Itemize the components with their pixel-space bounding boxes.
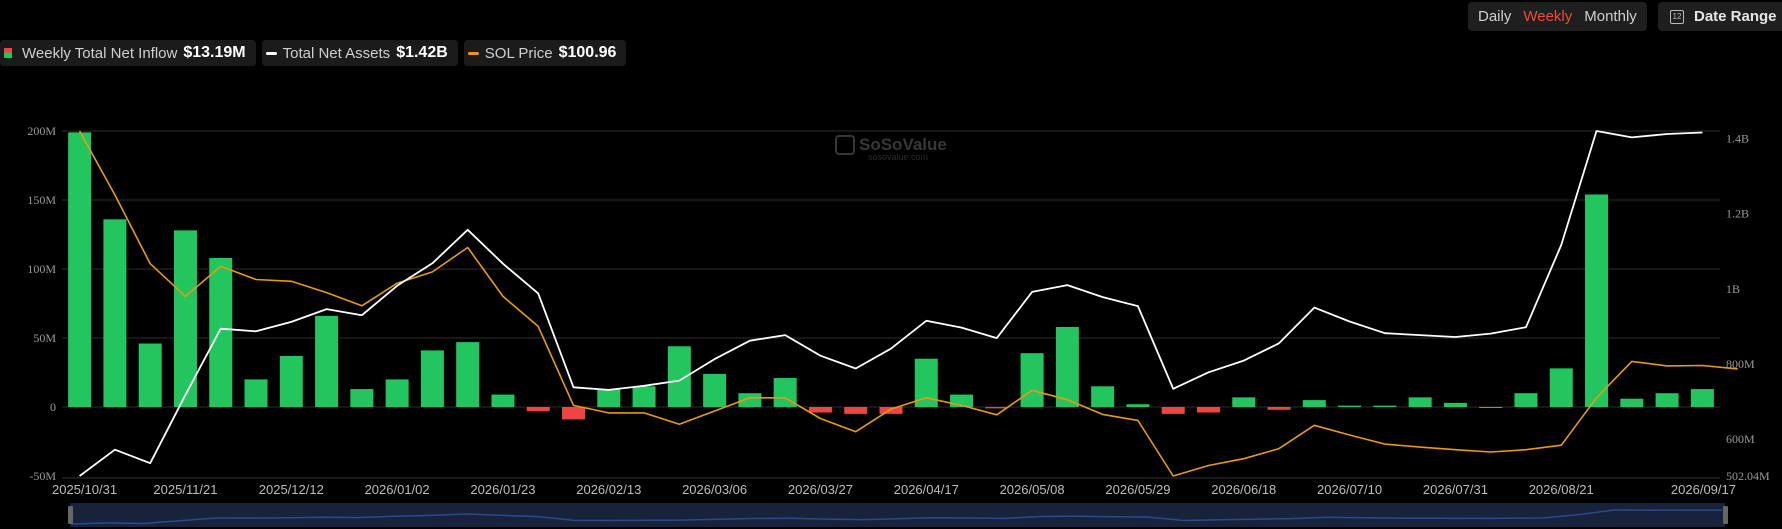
right-axis: 502.04M 600M 800M 1B 1.2B 1.4B bbox=[1726, 132, 1770, 483]
right-tick-label: 502.04M bbox=[1726, 469, 1770, 483]
inflow-bar bbox=[1655, 393, 1679, 407]
x-tick-label: 2026/03/06 bbox=[682, 482, 747, 497]
inflow-bar bbox=[1620, 398, 1644, 407]
inflow-bar bbox=[1302, 400, 1326, 407]
inflow-bar bbox=[1408, 397, 1432, 407]
inflow-bar bbox=[1514, 393, 1538, 407]
inflow-bar bbox=[879, 407, 903, 414]
inflow-bar bbox=[1196, 407, 1220, 413]
right-tick-label: 1B bbox=[1726, 282, 1740, 296]
navigator-right-handle bbox=[1723, 506, 1728, 524]
inflow-bar bbox=[103, 219, 127, 407]
x-tick-label: 2026/08/21 bbox=[1529, 482, 1594, 497]
inflow-bar bbox=[1267, 407, 1291, 410]
navigator-track bbox=[70, 503, 1725, 527]
navigator-left-handle bbox=[68, 506, 73, 524]
inflow-bar bbox=[1549, 368, 1573, 407]
left-tick-label: 150M bbox=[27, 193, 56, 207]
left-axis: -50M 0 50M 100M 150M 200M bbox=[27, 124, 56, 483]
left-tick-label: 0 bbox=[50, 400, 56, 414]
right-tick-label: 800M bbox=[1726, 357, 1755, 371]
inflow-bar bbox=[209, 257, 233, 407]
x-tick-label: 2025/10/31 bbox=[52, 482, 117, 497]
inflow-bar bbox=[315, 315, 339, 407]
x-tick-label: 2026/07/10 bbox=[1317, 482, 1382, 497]
inflow-bar bbox=[1690, 389, 1714, 407]
inflow-bar bbox=[1055, 326, 1079, 407]
inflow-bar bbox=[808, 407, 832, 413]
lines bbox=[78, 130, 1738, 477]
inflow-bar bbox=[703, 373, 727, 407]
left-tick-label: 100M bbox=[27, 262, 56, 276]
watermark-url: sosovalue.com bbox=[868, 152, 928, 162]
left-tick-label: 50M bbox=[33, 331, 56, 345]
inflow-bar bbox=[1091, 386, 1115, 407]
inflow-bar bbox=[385, 379, 409, 407]
inflow-bar bbox=[350, 389, 374, 407]
grid-lines bbox=[62, 130, 1720, 408]
inflow-bar bbox=[1479, 407, 1503, 408]
inflow-bar bbox=[1338, 405, 1362, 407]
x-tick-label: 2025/12/12 bbox=[259, 482, 324, 497]
left-tick-label: 200M bbox=[27, 124, 56, 138]
x-tick-label: 2026/03/27 bbox=[788, 482, 853, 497]
x-axis: 2025/10/31 2025/11/21 2025/12/12 2026/01/02… bbox=[52, 477, 1736, 497]
inflow-bar bbox=[279, 355, 303, 407]
x-tick-label: 2026/01/23 bbox=[470, 482, 535, 497]
inflow-chart: SoSoValue sosovalue.com -50M 0 50M 100M 150M… bbox=[27, 124, 1770, 527]
x-tick-label: 2026/04/17 bbox=[894, 482, 959, 497]
x-tick-label: 2026/02/13 bbox=[576, 482, 641, 497]
inflow-bar bbox=[844, 407, 868, 414]
right-tick-label: 1.4B bbox=[1726, 132, 1749, 146]
inflow-bar bbox=[1443, 402, 1467, 407]
sol-price-line bbox=[78, 130, 1738, 477]
bars bbox=[68, 132, 1714, 420]
inflow-bar bbox=[985, 407, 1009, 409]
sosovalue-logo-icon bbox=[835, 135, 855, 155]
x-tick-label: 2026/06/18 bbox=[1211, 482, 1276, 497]
x-tick-label: 2026/05/29 bbox=[1105, 482, 1170, 497]
x-tick-label: 2026/01/02 bbox=[365, 482, 430, 497]
right-tick-label: 1.2B bbox=[1726, 207, 1749, 221]
inflow-bar bbox=[456, 342, 480, 407]
inflow-bar bbox=[68, 132, 92, 407]
inflow-bar bbox=[420, 350, 444, 407]
x-tick-label: 2026/05/08 bbox=[1000, 482, 1065, 497]
x-tick-label: 2026/07/31 bbox=[1423, 482, 1488, 497]
x-tick-label: 2026/09/17 bbox=[1671, 482, 1736, 497]
inflow-bar bbox=[1126, 404, 1150, 407]
inflow-bar bbox=[244, 379, 268, 407]
net-assets-line bbox=[79, 130, 1703, 477]
left-tick-label: -50M bbox=[29, 469, 56, 483]
inflow-bar bbox=[1020, 353, 1044, 407]
watermark: SoSoValue sosovalue.com bbox=[835, 135, 947, 162]
x-tick-label: 2025/11/21 bbox=[153, 482, 217, 497]
inflow-bar bbox=[491, 394, 515, 407]
range-navigator bbox=[68, 503, 1728, 527]
inflow-bar bbox=[562, 407, 586, 420]
right-tick-label: 600M bbox=[1726, 432, 1755, 446]
inflow-bar bbox=[632, 386, 656, 407]
inflow-bar bbox=[1373, 405, 1397, 407]
inflow-bar bbox=[138, 343, 162, 407]
inflow-bar bbox=[597, 389, 621, 407]
inflow-bar bbox=[1161, 407, 1185, 414]
inflow-bar bbox=[526, 407, 550, 412]
inflow-bar bbox=[1585, 194, 1609, 407]
inflow-bar bbox=[1232, 397, 1256, 407]
